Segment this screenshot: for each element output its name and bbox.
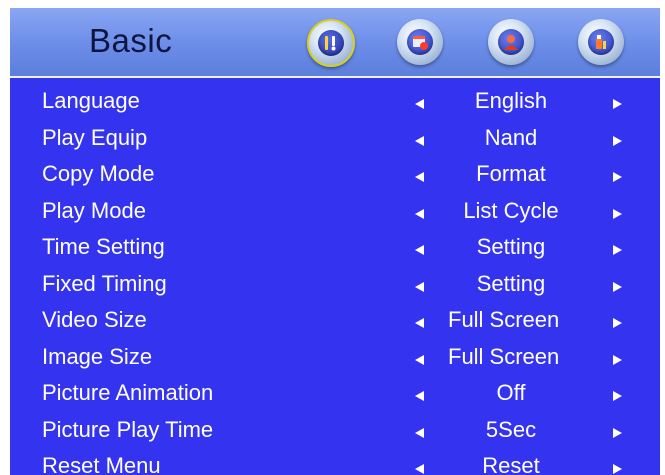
setting-row-play-equip[interactable]: Play Equip Nand xyxy=(10,123,660,160)
arrow-right-icon[interactable] xyxy=(613,99,622,109)
setting-label: Fixed Timing xyxy=(42,270,167,296)
setting-value: Setting xyxy=(476,234,546,259)
setting-value: Format xyxy=(476,161,546,186)
setting-value: English xyxy=(474,88,548,113)
arrow-right-icon[interactable] xyxy=(613,245,622,255)
arrow-right-icon[interactable] xyxy=(613,172,622,182)
setting-label: Play Mode xyxy=(42,197,146,223)
arrow-right-icon[interactable] xyxy=(613,464,622,474)
arrow-left-icon[interactable] xyxy=(415,464,424,474)
setting-row-time-setting[interactable]: Time Setting Setting xyxy=(10,232,660,269)
arrow-left-icon[interactable] xyxy=(415,354,424,365)
setting-label: Language xyxy=(42,88,140,113)
info-bottle-icon xyxy=(588,29,614,55)
arrow-right-icon[interactable] xyxy=(613,281,622,292)
setting-label: Play Equip xyxy=(42,124,148,150)
setting-row-play-mode[interactable]: Play Mode List Cycle xyxy=(10,196,660,233)
setting-row-image-size[interactable]: Image Size Full Screen xyxy=(10,342,660,379)
arrow-right-icon[interactable] xyxy=(613,427,622,438)
setting-value: List Cycle xyxy=(463,197,559,223)
arrow-left-icon[interactable] xyxy=(415,427,424,438)
tab-time[interactable] xyxy=(397,19,443,65)
arrow-right-icon[interactable] xyxy=(613,135,622,146)
setting-row-picture-animation[interactable]: Picture Animation Off xyxy=(10,378,660,415)
setting-row-picture-play-time[interactable]: Picture Play Time 5Sec xyxy=(10,415,660,452)
setting-value: Full Screen xyxy=(448,307,560,332)
setting-value: Nand xyxy=(484,124,538,150)
arrow-left-icon[interactable] xyxy=(415,99,424,109)
setting-row-copy-mode[interactable]: Copy Mode Format xyxy=(10,159,660,196)
arrow-left-icon[interactable] xyxy=(415,135,424,146)
page-title: Basic xyxy=(89,22,173,59)
setting-label: Video Size xyxy=(42,307,147,332)
setting-row-video-size[interactable]: Video Size Full Screen xyxy=(10,305,660,342)
setting-label: Image Size xyxy=(42,343,153,369)
arrow-left-icon[interactable] xyxy=(415,391,424,401)
setting-label: Picture Play Time xyxy=(42,416,214,442)
tab-info[interactable] xyxy=(578,19,624,65)
arrow-right-icon[interactable] xyxy=(613,391,622,401)
basic-settings-menu: Basic Language English Play Equip Nand C… xyxy=(10,8,660,475)
setting-value: 5Sec xyxy=(485,416,537,442)
setting-label: Time Setting xyxy=(42,234,165,259)
settings-tools-icon xyxy=(318,30,344,56)
setting-value: Off xyxy=(496,380,526,405)
user-person-icon xyxy=(498,29,524,55)
arrow-left-icon[interactable] xyxy=(415,281,424,292)
arrow-left-icon[interactable] xyxy=(415,208,424,219)
arrow-right-icon[interactable] xyxy=(613,354,622,365)
arrow-right-icon[interactable] xyxy=(613,208,622,219)
setting-value: Reset xyxy=(482,453,540,475)
menu-header: Basic xyxy=(10,8,660,78)
setting-label: Copy Mode xyxy=(42,161,155,186)
setting-value: Setting xyxy=(476,270,546,296)
arrow-left-icon[interactable] xyxy=(415,318,424,328)
arrow-right-icon[interactable] xyxy=(613,318,622,328)
calendar-clock-icon xyxy=(407,29,433,55)
tab-basic[interactable] xyxy=(307,19,355,67)
arrow-left-icon[interactable] xyxy=(415,172,424,182)
setting-label: Picture Animation xyxy=(42,380,214,405)
setting-row-fixed-timing[interactable]: Fixed Timing Setting xyxy=(10,269,660,306)
tab-user[interactable] xyxy=(488,19,534,65)
setting-label: Reset Menu xyxy=(42,453,161,475)
settings-list: Language English Play Equip Nand Copy Mo… xyxy=(10,86,660,475)
arrow-left-icon[interactable] xyxy=(415,245,424,255)
setting-row-language[interactable]: Language English xyxy=(10,86,660,123)
setting-value: Full Screen xyxy=(448,343,560,369)
setting-row-reset-menu[interactable]: Reset Menu Reset xyxy=(10,451,660,475)
